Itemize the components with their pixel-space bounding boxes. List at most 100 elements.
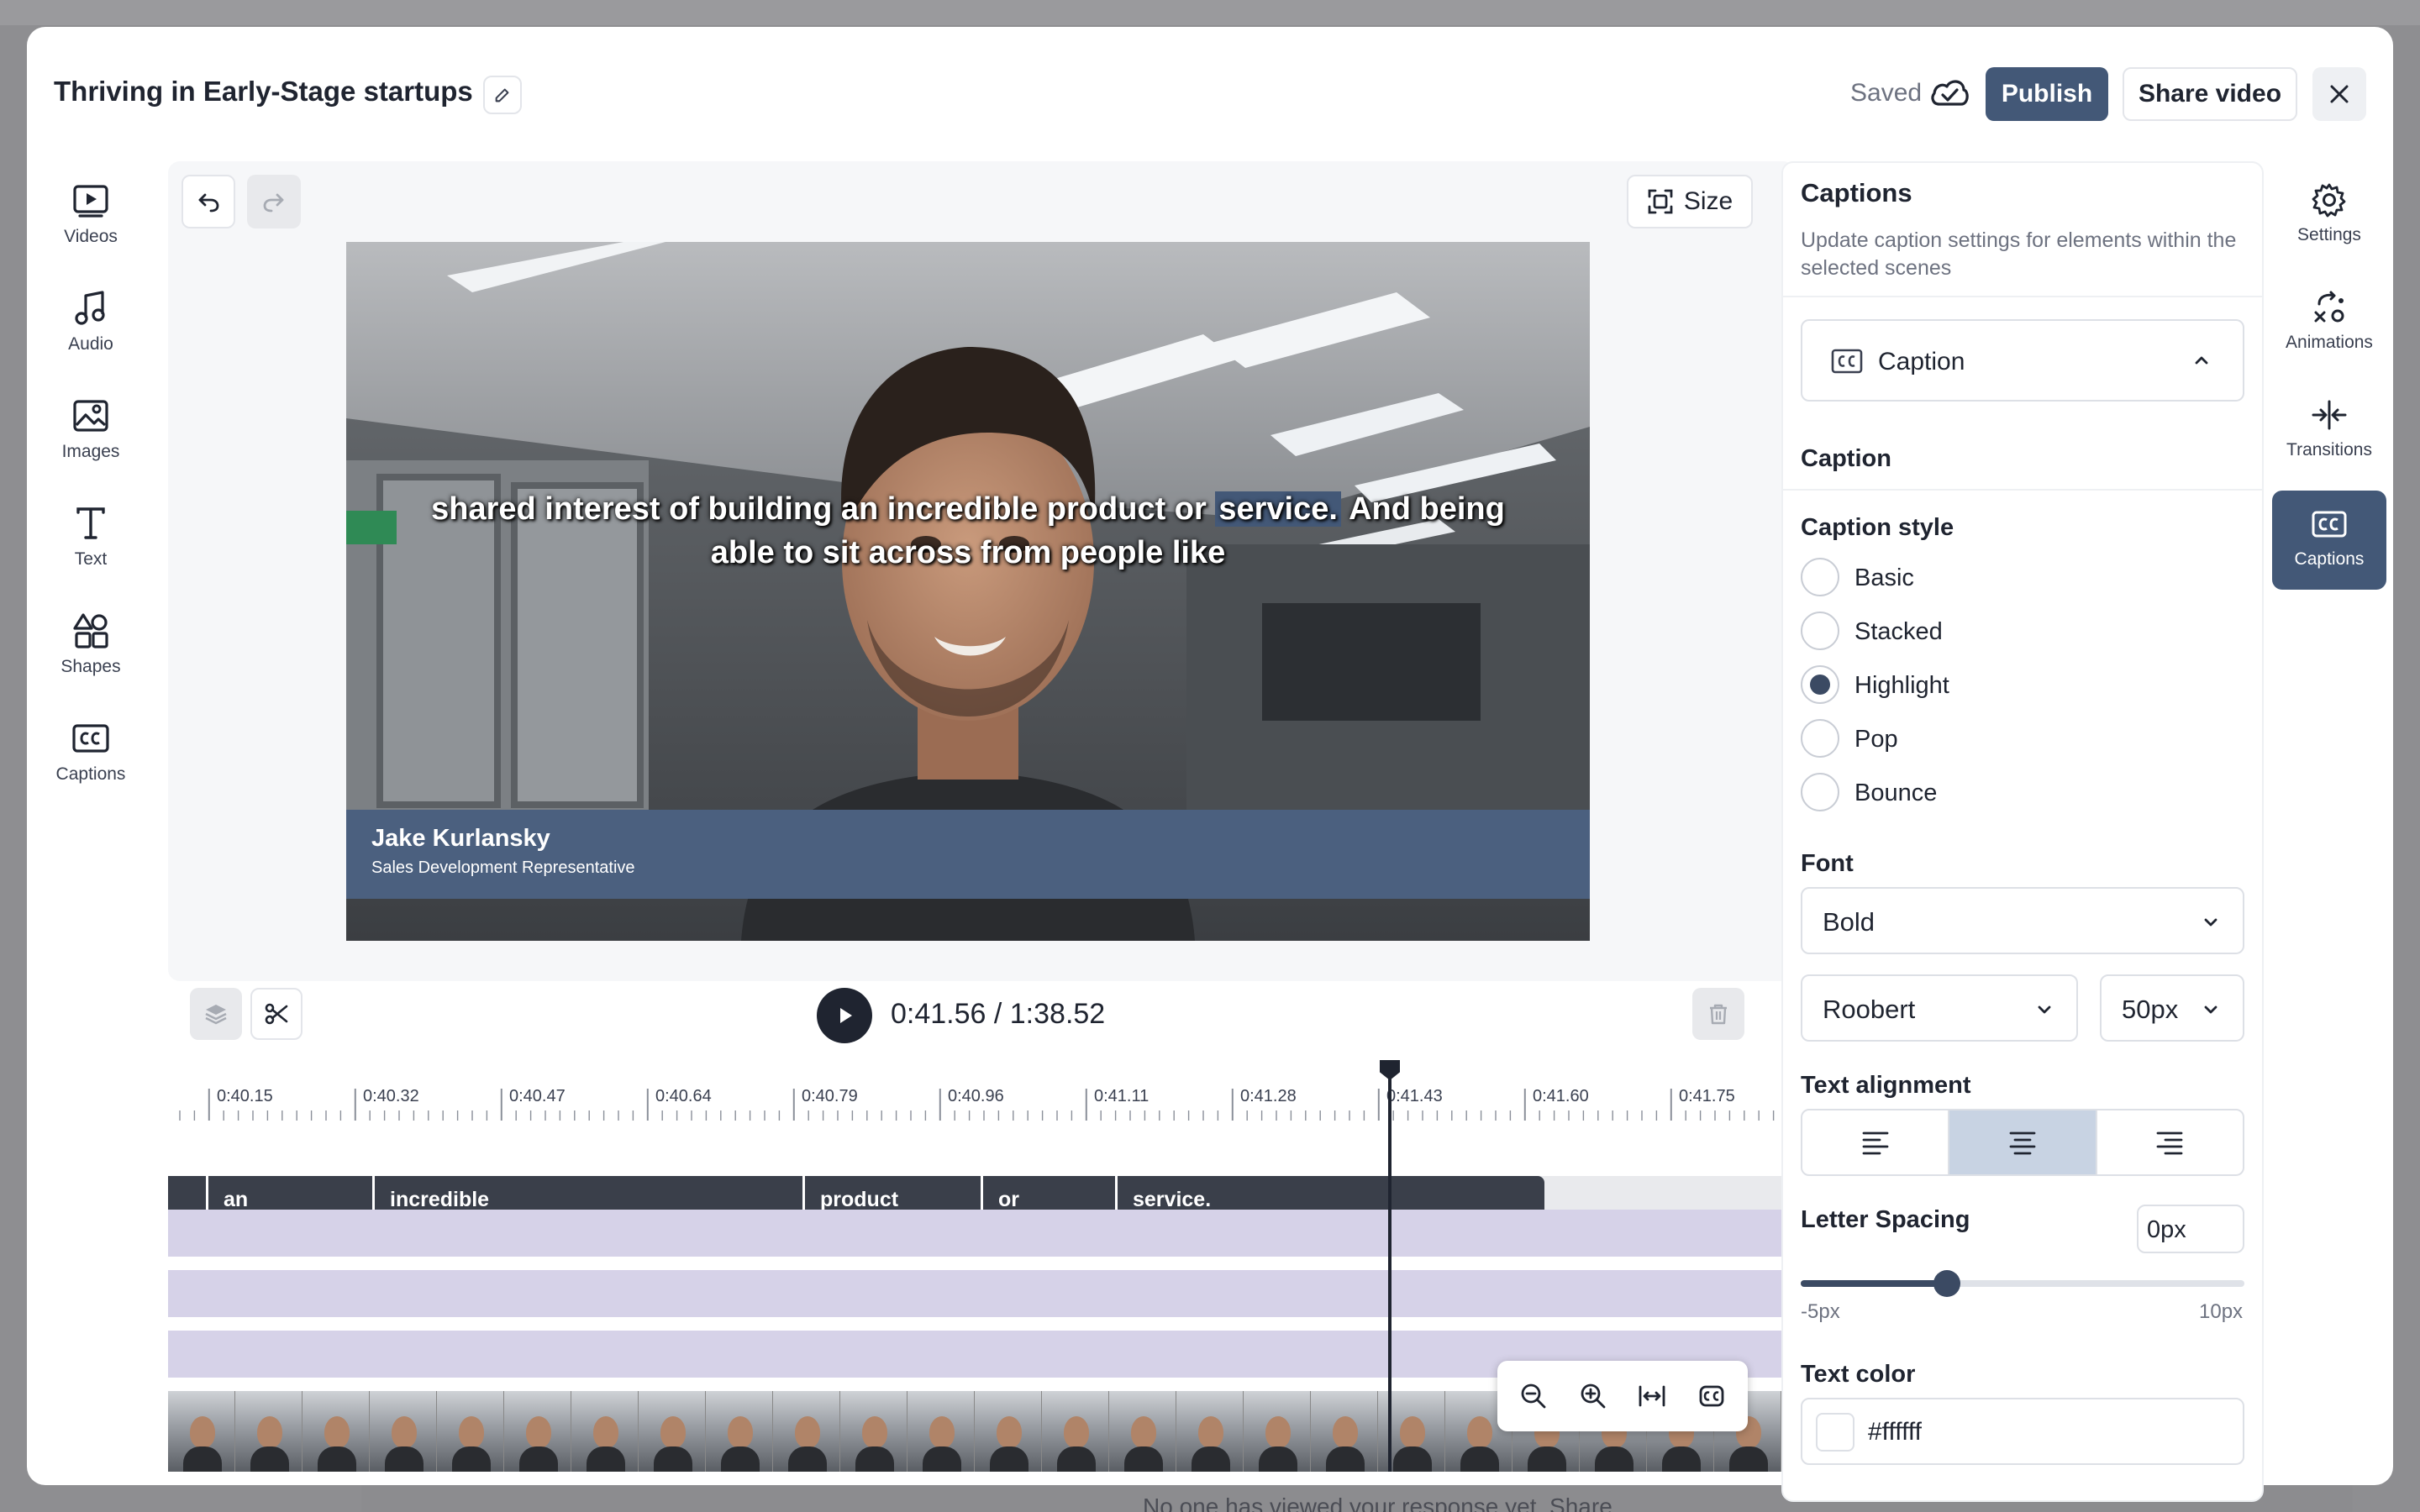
element-select[interactable]: Caption — [1801, 319, 2244, 402]
letter-spacing-input[interactable]: 0px — [2137, 1205, 2244, 1253]
color-swatch[interactable] — [1816, 1413, 1854, 1452]
edit-title-button[interactable] — [483, 76, 522, 114]
tool-images[interactable]: Images — [42, 396, 139, 462]
caption-segment-pre: shared interest of building an incredibl… — [431, 491, 1216, 527]
chevron-up-icon — [2195, 356, 2208, 365]
redo-icon — [263, 193, 284, 213]
cloud-check-icon — [1931, 80, 1969, 106]
filmstrip-frame — [773, 1391, 840, 1472]
scissors-icon — [265, 1003, 288, 1025]
filmstrip-frame — [706, 1391, 773, 1472]
chevron-down-icon — [2038, 1005, 2051, 1014]
ruler-tick-label: 0:40.79 — [802, 1087, 858, 1105]
rail-tab-label: Settings — [2297, 225, 2361, 244]
chevron-down-icon — [2204, 918, 2217, 927]
tool-captions[interactable]: Captions — [42, 719, 139, 785]
playhead-line[interactable] — [1388, 1060, 1392, 1472]
tool-text[interactable]: Text — [42, 504, 139, 570]
radio-style-bounce[interactable] — [1801, 773, 1839, 811]
size-button[interactable]: Size — [1627, 175, 1753, 228]
text-color-input[interactable]: #ffffff — [1801, 1398, 2244, 1465]
layers-icon — [205, 1005, 227, 1025]
lower-third[interactable]: Jake Kurlansky Sales Development Represe… — [346, 810, 1590, 899]
radio-style-pop[interactable] — [1801, 719, 1839, 758]
video-preview[interactable]: shared interest of building an incredibl… — [346, 242, 1590, 941]
project-title: Thriving in Early-Stage startups — [54, 76, 473, 107]
filmstrip-frame — [504, 1391, 571, 1472]
delete-button[interactable] — [1692, 988, 1744, 1040]
align-right-button[interactable] — [2097, 1110, 2243, 1174]
filmstrip-frame — [975, 1391, 1042, 1472]
panel-description: Update caption settings for elements wit… — [1801, 228, 2237, 280]
zoom-out-button[interactable] — [1510, 1373, 1557, 1420]
ruler-tick-label: 0:41.11 — [1094, 1087, 1150, 1105]
chevron-down-icon — [2204, 1005, 2217, 1014]
letter-spacing-slider-thumb[interactable] — [1933, 1270, 1961, 1297]
close-icon — [2330, 85, 2349, 103]
pencil-icon — [495, 88, 509, 102]
lower-third-role: Sales Development Representative — [371, 858, 635, 877]
radio-style-basic[interactable] — [1801, 558, 1839, 596]
zoom-in-button[interactable] — [1570, 1373, 1617, 1420]
music-icon — [75, 291, 105, 325]
radio-label: Stacked — [1854, 618, 1943, 645]
fit-width-icon — [1639, 1385, 1665, 1407]
close-button[interactable] — [2312, 67, 2366, 121]
tool-videos[interactable]: Videos — [42, 181, 139, 247]
split-button[interactable] — [250, 988, 302, 1040]
shapes-icon — [73, 613, 108, 648]
fit-timeline-button[interactable] — [1628, 1373, 1676, 1420]
radio-label: Basic — [1854, 564, 1914, 591]
tool-label: Text — [74, 549, 108, 569]
align-left-button[interactable] — [1802, 1110, 1950, 1174]
panel-title: Captions — [1801, 178, 1912, 207]
ruler-tick-label: 0:41.28 — [1240, 1087, 1297, 1105]
redo-button[interactable] — [247, 175, 301, 228]
align-center-button[interactable] — [1949, 1110, 2097, 1174]
caption-segment-post: And being — [1340, 491, 1505, 527]
element-select-label: Caption — [1878, 348, 1965, 375]
play-button[interactable] — [817, 988, 872, 1043]
undo-button[interactable] — [182, 175, 235, 228]
size-label: Size — [1683, 187, 1733, 215]
gear-icon — [2312, 183, 2346, 218]
caption-highlight-word: service. — [1215, 491, 1341, 527]
tab-settings[interactable]: Settings — [2272, 166, 2386, 265]
overlay-lane-1[interactable] — [168, 1210, 1795, 1257]
undo-icon — [198, 193, 219, 213]
caption-line-2: able to sit across from people like — [710, 535, 1226, 570]
filmstrip-frame — [1176, 1391, 1244, 1472]
font-size-value: 50px — [2122, 995, 2179, 1024]
backdrop-viewer-text: No one has viewed your response yet. Sha… — [1143, 1494, 1612, 1512]
filmstrip-frame — [1311, 1391, 1378, 1472]
publish-button[interactable]: Publish — [1986, 67, 2108, 121]
tab-captions[interactable]: Captions — [2272, 491, 2386, 590]
ruler-tick-label: 0:40.96 — [948, 1087, 1004, 1105]
tool-label: Audio — [68, 334, 113, 354]
backdrop-header — [0, 0, 2420, 25]
section-title: Caption — [1801, 445, 1891, 472]
animations-icon — [2314, 291, 2344, 323]
tool-label: Captions — [55, 764, 126, 784]
filmstrip-frame — [1109, 1391, 1176, 1472]
text-alignment-heading: Text alignment — [1801, 1072, 1971, 1099]
share-video-button[interactable]: Share video — [2123, 67, 2297, 121]
caption-style-heading: Caption style — [1801, 514, 1954, 541]
zoom-toolbar — [1497, 1361, 1748, 1431]
radio-style-stacked[interactable] — [1801, 612, 1839, 650]
layers-button[interactable] — [190, 988, 242, 1040]
tool-shapes[interactable]: Shapes — [42, 612, 139, 677]
radio-label: Highlight — [1854, 672, 1949, 699]
transitions-icon — [2312, 400, 2347, 430]
slider-max-label: 10px — [2199, 1300, 2244, 1323]
overlay-lane-2[interactable] — [168, 1270, 1795, 1317]
font-size-select[interactable]: 50px — [2100, 974, 2244, 1042]
tab-transitions[interactable]: Transitions — [2272, 381, 2386, 480]
caption-robot-button[interactable] — [1688, 1373, 1735, 1420]
font-family-select[interactable]: Roobert — [1801, 974, 2078, 1042]
filmstrip-frame — [302, 1391, 370, 1472]
tool-audio[interactable]: Audio — [42, 289, 139, 354]
tab-animations[interactable]: Animations — [2272, 274, 2386, 373]
font-weight-select[interactable]: Bold — [1801, 887, 2244, 954]
radio-style-highlight[interactable] — [1801, 665, 1839, 704]
